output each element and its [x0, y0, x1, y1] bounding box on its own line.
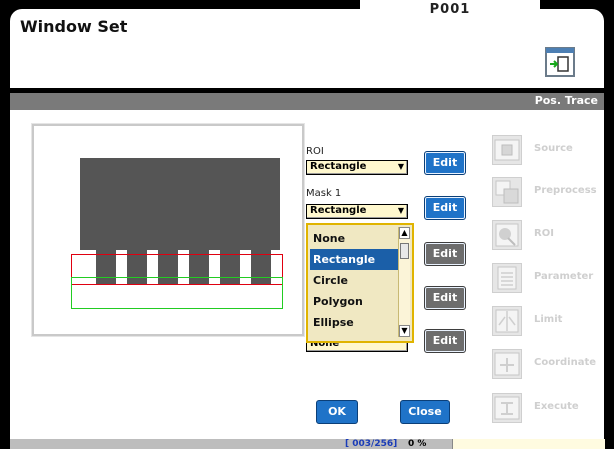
dropdown-option-polygon[interactable]: Polygon — [310, 291, 399, 312]
chevron-down-icon: ▼ — [397, 162, 404, 171]
status-message-box — [452, 439, 605, 449]
sidebar-item-limit[interactable]: Limit — [486, 304, 604, 344]
chevron-down-icon: ▼ — [397, 206, 404, 215]
sidebar-item-label: ROI — [534, 228, 554, 239]
roi-edit-button[interactable]: Edit — [424, 151, 466, 175]
sidebar-item-label: Execute — [534, 401, 579, 412]
scroll-down-icon[interactable]: ▼ — [399, 325, 410, 337]
limit-icon — [492, 306, 522, 336]
window-set-icon[interactable] — [545, 47, 575, 77]
close-button[interactable]: Close — [400, 400, 450, 424]
mask1-select-value: Rectangle — [310, 205, 367, 216]
preprocess-icon — [492, 177, 522, 207]
section-title: Pos. Trace — [534, 94, 598, 107]
mask3-edit-button[interactable]: Edit — [424, 286, 466, 310]
roi-select[interactable]: Rectangle ▼ — [306, 160, 408, 175]
dropdown-option-rectangle[interactable]: Rectangle — [310, 249, 399, 270]
ok-button[interactable]: OK — [316, 400, 358, 424]
sidebar: Source Preprocess ROI Parameter Limit Co… — [486, 113, 604, 439]
program-tab: P001 — [360, 0, 540, 24]
sidebar-item-label: Limit — [534, 314, 563, 325]
mask1-dropdown-list[interactable]: None Rectangle Circle Polygon Ellipse ▲ … — [306, 223, 414, 343]
image-preview[interactable] — [32, 124, 304, 336]
program-number: P001 — [429, 2, 471, 17]
mask1-select[interactable]: Rectangle ▼ — [306, 204, 408, 219]
roi-icon — [492, 220, 522, 250]
dropdown-scrollbar[interactable]: ▲ ▼ — [398, 227, 410, 337]
sidebar-item-parameter[interactable]: Parameter — [486, 261, 604, 301]
source-icon — [492, 135, 522, 165]
window-frame: Window Set P001 Pos. Trace ROI Rectangle… — [0, 0, 614, 449]
scroll-thumb[interactable] — [400, 243, 409, 259]
scroll-up-icon[interactable]: ▲ — [399, 227, 410, 239]
status-percent: 0 % — [408, 439, 427, 449]
mask1-edit-button[interactable]: Edit — [424, 196, 466, 220]
comb-body — [80, 158, 280, 250]
dropdown-option-ellipse[interactable]: Ellipse — [310, 312, 399, 333]
dropdown-option-none[interactable]: None — [310, 228, 399, 249]
main-panel: ROI Rectangle ▼ Edit Mask 1 Rectangle ▼ … — [10, 110, 604, 439]
sidebar-item-label: Source — [534, 143, 573, 154]
sidebar-item-label: Preprocess — [534, 185, 597, 196]
status-counter: [ 003/256] — [345, 439, 398, 449]
roi-select-value: Rectangle — [310, 161, 367, 172]
sidebar-item-coordinate[interactable]: Coordinate — [486, 347, 604, 387]
coordinate-icon — [492, 349, 522, 379]
sidebar-item-source[interactable]: Source — [486, 133, 604, 173]
sidebar-item-execute[interactable]: Execute — [486, 391, 604, 431]
mask1-label: Mask 1 — [306, 188, 342, 199]
status-bar: [ 003/256] 0 % — [10, 439, 605, 449]
section-bar: Pos. Trace — [10, 93, 604, 110]
mask2-edit-button[interactable]: Edit — [424, 242, 466, 266]
execute-icon — [492, 393, 522, 423]
roi-label: ROI — [306, 146, 324, 157]
dropdown-option-circle[interactable]: Circle — [310, 270, 399, 291]
parameter-icon — [492, 263, 522, 293]
window-title: Window Set — [20, 17, 128, 36]
sidebar-item-label: Coordinate — [534, 357, 597, 368]
mask-rectangle[interactable] — [71, 277, 283, 309]
mask4-edit-button[interactable]: Edit — [424, 329, 466, 353]
sidebar-item-roi[interactable]: ROI — [486, 218, 604, 258]
sidebar-item-preprocess[interactable]: Preprocess — [486, 175, 604, 215]
sidebar-item-label: Parameter — [534, 271, 594, 282]
